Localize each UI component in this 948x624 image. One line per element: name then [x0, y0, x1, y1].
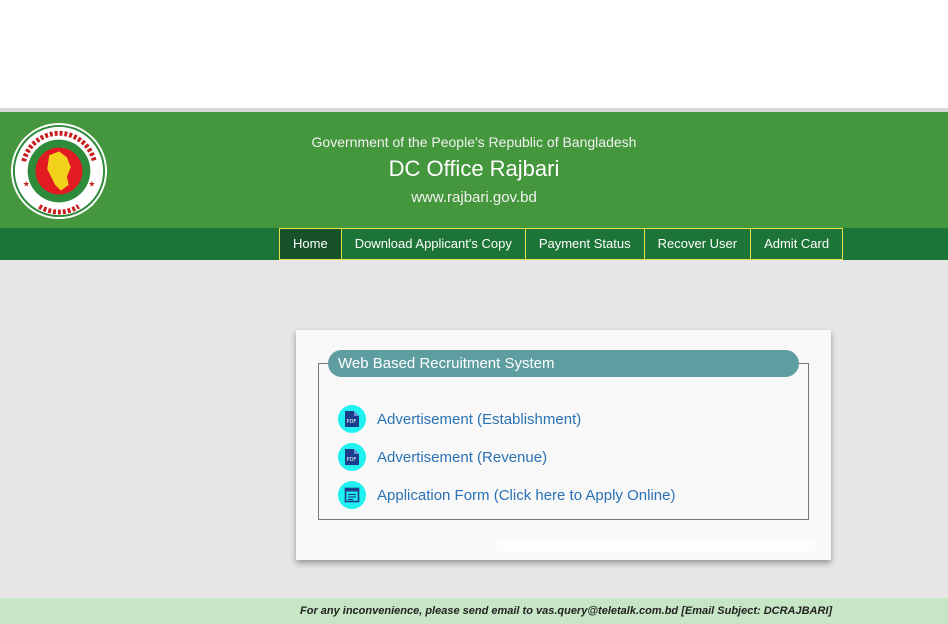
government-title: Government of the People's Republic of B… — [311, 134, 637, 150]
form-icon — [338, 481, 366, 509]
nav-item-admit-card[interactable]: Admit Card — [751, 228, 844, 260]
top-blank-area — [0, 0, 948, 108]
nav-item-home[interactable]: Home — [279, 228, 342, 260]
panel-title: Web Based Recruitment System — [328, 350, 799, 377]
nav-item-download-applicants-copy[interactable]: Download Applicant's Copy — [341, 228, 526, 260]
recruitment-panel: Web Based Recruitment System PDF Adverti… — [296, 330, 831, 560]
site-header: ★ ★ Government of the People's Republic … — [0, 112, 948, 228]
link-advertisement-revenue[interactable]: PDF Advertisement (Revenue) — [338, 438, 675, 476]
link-label: Application Form (Click here to Apply On… — [377, 486, 676, 504]
blurred-strip — [496, 538, 816, 552]
link-label: Advertisement (Establishment) — [377, 410, 582, 428]
pdf-icon: PDF — [338, 405, 366, 433]
link-advertisement-establishment[interactable]: PDF Advertisement (Establishment) — [338, 400, 675, 438]
footer-bar: For any inconvenience, please send email… — [0, 598, 948, 624]
website-url: www.rajbari.gov.bd — [411, 189, 537, 206]
pdf-icon: PDF — [338, 443, 366, 471]
nav-item-payment-status[interactable]: Payment Status — [525, 228, 645, 260]
footer-contact-text: For any inconvenience, please send email… — [300, 605, 833, 617]
link-application-form[interactable]: Application Form (Click here to Apply On… — [338, 476, 675, 514]
panel-link-list: PDF Advertisement (Establishment) PDF Ad… — [338, 400, 675, 514]
nav-menu: Home Download Applicant's Copy Payment S… — [279, 228, 844, 260]
nav-item-recover-user[interactable]: Recover User — [644, 228, 752, 260]
main-navbar: Home Download Applicant's Copy Payment S… — [0, 228, 948, 260]
svg-text:PDF: PDF — [347, 419, 357, 425]
svg-text:PDF: PDF — [347, 457, 357, 463]
office-title: DC Office Rajbari — [388, 156, 560, 181]
link-label: Advertisement (Revenue) — [377, 448, 548, 466]
